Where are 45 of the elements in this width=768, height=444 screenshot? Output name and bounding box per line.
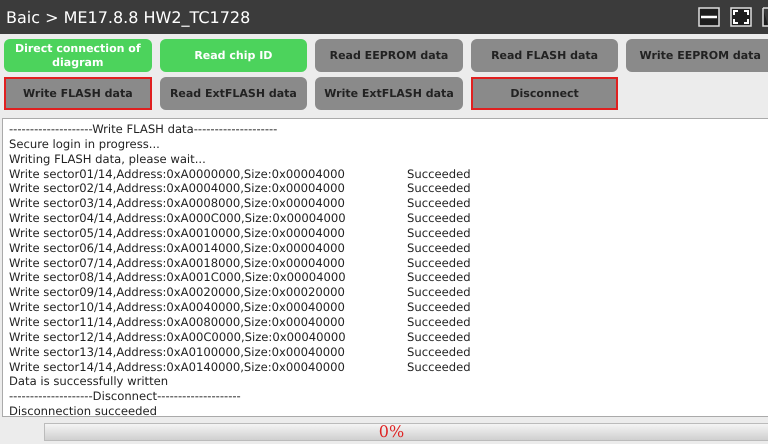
minimize-icon[interactable] [698,7,720,27]
status-text: Succeeded [407,211,471,226]
status-text: Succeeded [407,196,471,212]
log-line: Write sector04/14,Address:0xA000C000,Size:0x00004000 [9,211,347,226]
log-line: Write sector11/14,Address:0xA0080000,Size:0x00040000 [9,314,346,330]
log-line: --------------------Disconnect-------------------- [9,389,242,404]
action-button[interactable]: Read EEPROM data [315,39,463,72]
log-line: Writing FLASH data, please wait... [9,152,207,167]
log-line: Write sector05/14,Address:0xA0010000,Size:0x00004000 [9,226,346,241]
status-text: Succeeded [407,166,471,182]
log-line: Write sector14/14,Address:0xA0140000,Size:0x00040000 [9,360,346,374]
log-line: Write sector13/14,Address:0xA0100000,Size:0x00040000 [9,344,346,360]
log-line: Write sector07/14,Address:0xA0018000,Size:0x00004000 [9,256,346,270]
action-button[interactable]: Read ExtFLASH data [160,77,308,110]
status-text: Succeeded [407,285,471,300]
action-button[interactable]: Disconnect [470,77,618,110]
status-text: Succeeded [407,314,471,330]
action-button[interactable]: Write ExtFLASH data [315,77,463,110]
log-line: Write sector03/14,Address:0xA0008000,Size:0x00004000 [9,196,346,212]
progress-reading: 0% [378,422,404,441]
status-text: Succeeded [407,344,471,360]
log-line: --------------------Write FLASH data-------------------- [9,122,278,137]
action-button[interactable]: Write FLASH data [4,77,152,110]
status-text: Succeeded [407,256,471,270]
log-line: Write sector08/14,Address:0xA001C000,Size:0x00004000 [9,270,347,286]
action-button[interactable]: Write EEPROM data [626,39,768,72]
log-line: Write sector12/14,Address:0xA00C0000,Size:0x00040000 [9,330,347,345]
status-text: Succeeded [407,240,471,256]
status-text: Succeeded [407,330,471,345]
log-line: Disconnection succeeded [9,404,158,419]
action-button[interactable]: Read FLASH data [470,39,618,72]
log-line: Data is successfully written [9,374,170,390]
log-line: Write sector10/14,Address:0xA0040000,Size:0x00040000 [9,300,346,315]
log-line: Write sector01/14,Address:0xA0000000,Size:0x00004000 [9,166,346,182]
status-text: Succeeded [407,300,471,315]
status-text: Succeeded [407,270,471,286]
window-title: Baic > ME17.8.8 HW2_TC1728 [6,8,252,26]
status-text: Succeeded [407,181,471,196]
status-text: Succeeded [407,226,471,241]
status-text: Succeeded [407,360,471,374]
log-line: Write sector06/14,Address:0xA0014000,Size:0x00004000 [9,240,346,256]
log-line: Write sector02/14,Address:0xA0004000,Size:0x00004000 [9,181,346,196]
log-line: Secure login in progress... [9,136,161,152]
maximize-icon[interactable] [730,7,752,27]
log-line: Write sector09/14,Address:0xA0020000,Size:0x00020000 [9,285,346,300]
